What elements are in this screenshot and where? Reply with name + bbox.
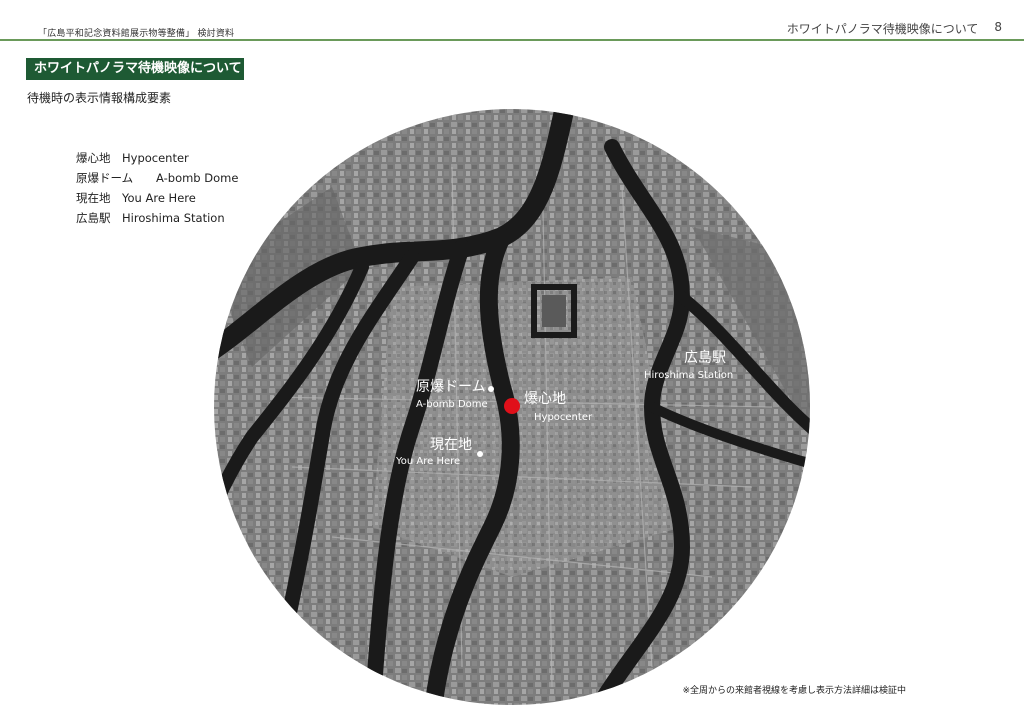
legend-en: You Are Here: [122, 191, 196, 205]
legend-jp: 原爆ドーム: [76, 171, 134, 185]
dome-label-jp: 原爆ドーム: [416, 379, 486, 395]
current-location-marker: [477, 451, 483, 457]
dome-label-en: A-bomb Dome: [416, 399, 488, 410]
station-label-jp: 広島駅: [684, 350, 726, 366]
header-section-title: ホワイトパノラマ待機映像について: [786, 22, 979, 36]
hypocenter-label-en: Hypocenter: [534, 412, 593, 423]
legend-jp: 現在地: [76, 191, 111, 205]
legend-en: Hypocenter: [122, 151, 189, 165]
hypocenter-label-jp: 爆心地: [524, 391, 566, 407]
aerial-map: 広島駅 Hiroshima Station 原爆ドーム A-bomb Dome …: [212, 107, 812, 707]
map-image: [214, 109, 810, 705]
page-header: ホワイトパノラマ待機映像について 8: [787, 20, 1002, 37]
current-label-jp: 現在地: [430, 437, 472, 453]
aerial-map-svg: 広島駅 Hiroshima Station 原爆ドーム A-bomb Dome …: [214, 109, 810, 705]
dome-marker: [488, 386, 494, 392]
document-title: 「広島平和記念資料館展示物等整備」 検討資料: [38, 29, 235, 39]
hypocenter-marker: [504, 398, 520, 414]
section-heading: ホワイトパノラマ待機映像について: [26, 58, 244, 80]
page-number: 8: [994, 20, 1002, 34]
header-divider: [0, 39, 1024, 41]
station-label-en: Hiroshima Station: [644, 370, 733, 381]
legend-en: Hiroshima Station: [122, 211, 225, 225]
legend-jp: 広島駅: [76, 211, 111, 225]
legend-jp: 爆心地: [76, 151, 111, 165]
footnote: ※全周からの来館者視線を考慮し表示方法詳細は検証中: [682, 686, 906, 696]
current-label-en: You Are Here: [395, 456, 460, 467]
section-subtitle: 待機時の表示情報構成要素: [27, 91, 172, 105]
